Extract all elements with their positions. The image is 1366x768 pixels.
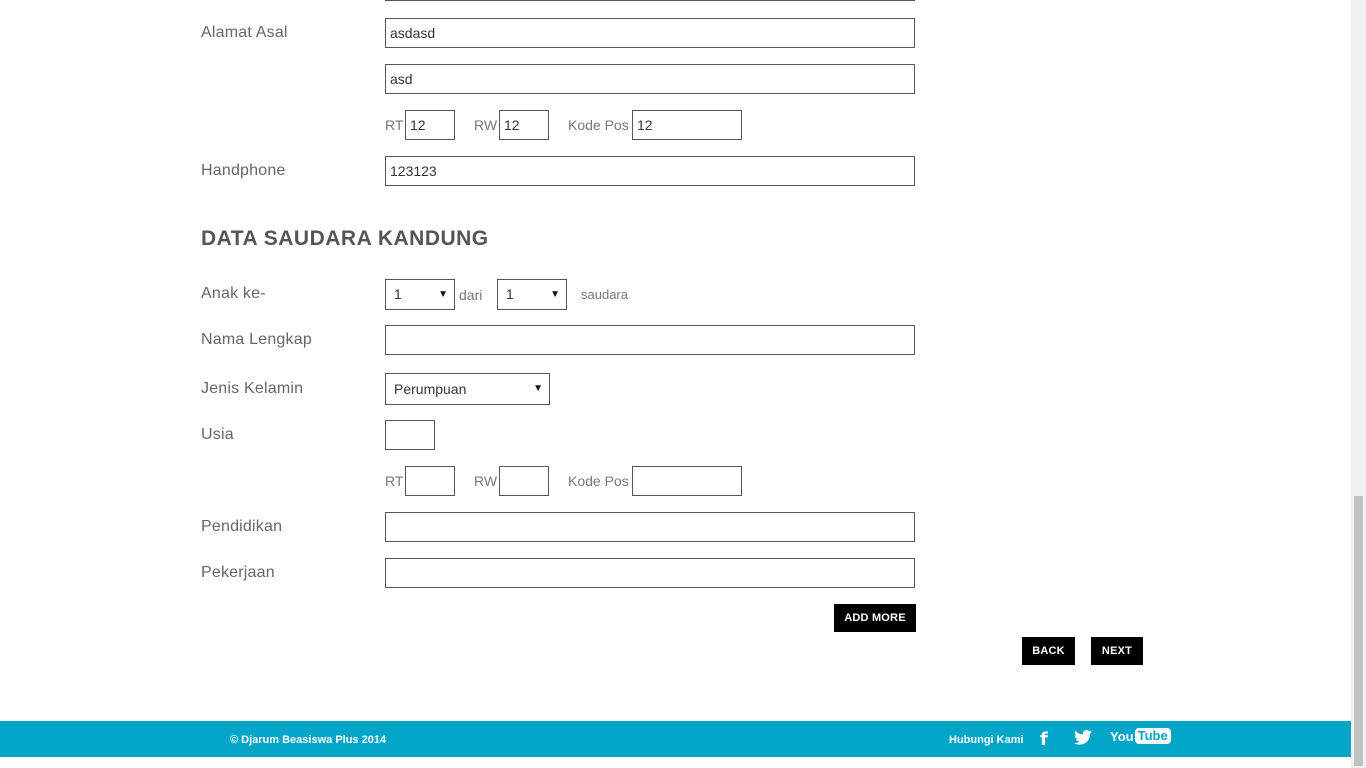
handphone-input[interactable] [385,156,915,186]
footer: © Djarum Beasiswa Plus 2014 Hubungi Kami… [0,721,1351,757]
vertical-scrollbar[interactable] [1351,0,1366,768]
youtube-you-text: You [1110,728,1134,744]
jenis-kelamin-select[interactable]: Perumpuan ▼ [385,373,550,405]
pekerjaan-input[interactable] [385,558,915,588]
anak-ke-value: 1 [394,286,402,302]
facebook-icon[interactable]: f [1040,729,1048,750]
back-button[interactable]: BACK [1022,637,1075,665]
jenis-kelamin-label: Jenis Kelamin [201,380,304,397]
handphone-label: Handphone [201,162,286,179]
jumlah-saudara-select[interactable]: 1 ▼ [497,279,567,310]
pendidikan-label: Pendidikan [201,518,283,535]
previous-input-edge [385,0,915,1]
saudara-rw-input[interactable] [499,466,549,496]
anak-ke-label: Anak ke- [201,285,266,302]
jenis-kelamin-value: Perumpuan [394,381,467,397]
copyright-text: © Djarum Beasiswa Plus 2014 [230,734,387,746]
pekerjaan-label: Pekerjaan [201,564,275,581]
pendidikan-input[interactable] [385,512,915,542]
saudara-rw-label: RW [474,473,498,489]
dari-label: dari [459,287,483,303]
saudara-rt-label: RT [385,473,404,489]
twitter-icon[interactable] [1074,730,1092,750]
alamat-asal-rt-label: RT [385,117,404,133]
scrollbar-thumb[interactable] [1354,496,1363,766]
youtube-icon[interactable]: You Tube [1110,728,1171,744]
saudara-kodepos-input[interactable] [632,466,742,496]
alamat-asal-rt-input[interactable] [405,110,455,140]
alamat-asal-rw-label: RW [474,117,498,133]
chevron-down-icon: ▼ [533,383,543,394]
alamat-asal-line1-input[interactable] [385,18,915,48]
nama-lengkap-input[interactable] [385,325,915,355]
usia-input[interactable] [385,420,435,450]
alamat-asal-line2-input[interactable] [385,64,915,94]
saudara-rt-input[interactable] [405,466,455,496]
alamat-asal-kodepos-input[interactable] [632,110,742,140]
saudara-label: saudara [581,287,628,302]
alamat-asal-label: Alamat Asal [201,24,288,41]
saudara-kodepos-label: Kode Pos [568,473,629,489]
add-more-button[interactable]: ADD MORE [834,604,916,632]
chevron-down-icon: ▼ [438,289,448,300]
nama-lengkap-label: Nama Lengkap [201,331,312,348]
usia-label: Usia [201,426,234,443]
anak-ke-select[interactable]: 1 ▼ [385,279,455,310]
jumlah-saudara-value: 1 [506,286,514,302]
chevron-down-icon: ▼ [550,289,560,300]
alamat-asal-rw-input[interactable] [499,110,549,140]
alamat-asal-kodepos-label: Kode Pos [568,117,629,133]
next-button[interactable]: NEXT [1091,637,1143,665]
page-bottom-margin [0,757,1351,768]
contact-link[interactable]: Hubungi Kami [949,734,1024,746]
form-page: Alamat Asal RT RW Kode Pos Handphone DAT… [0,0,1351,768]
section-title: DATA SAUDARA KANDUNG [201,227,489,250]
youtube-tube-text: Tube [1134,728,1171,744]
